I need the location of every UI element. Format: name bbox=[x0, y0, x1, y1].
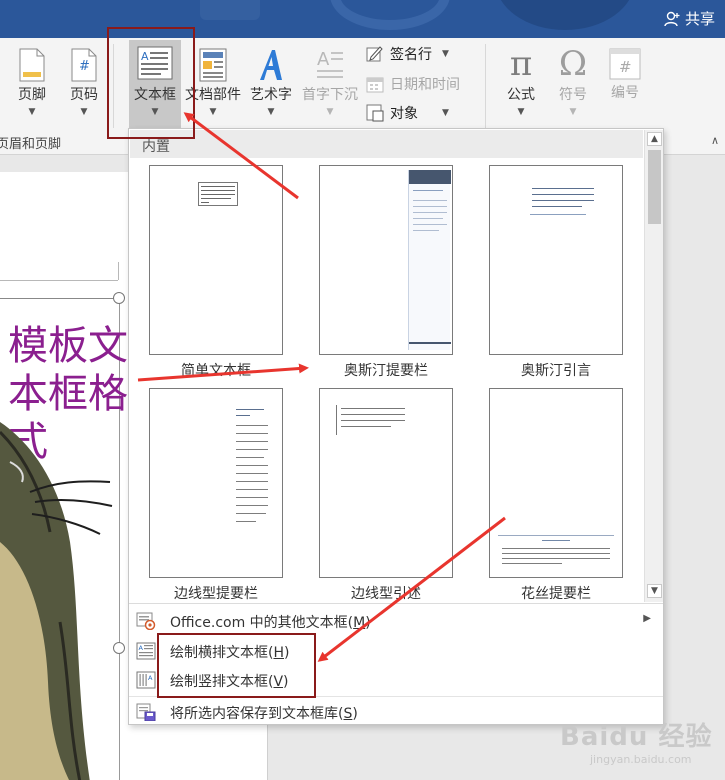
menu-item-label: Office.com 中的其他文本框 bbox=[170, 615, 348, 631]
vertical-textbox-icon: A bbox=[136, 671, 156, 689]
tile-thumbnail bbox=[149, 388, 283, 578]
scroll-up-icon[interactable]: ▲ bbox=[647, 132, 662, 146]
margin-guide bbox=[118, 262, 119, 280]
chevron-down-icon: ▼ bbox=[326, 107, 334, 117]
share-button[interactable]: 共享 bbox=[663, 8, 715, 29]
annotation-box-draw-items bbox=[157, 633, 316, 698]
chevron-down-icon: ▼ bbox=[80, 107, 88, 117]
access-key: M bbox=[353, 615, 366, 631]
gallery-tile-edge-quote[interactable]: 边线型引述 bbox=[299, 385, 469, 602]
chevron-down-icon: ▼ bbox=[28, 107, 36, 117]
pi-icon: π bbox=[509, 44, 533, 84]
gallery-tile-filigree-sidebar[interactable]: 花丝提要栏 bbox=[469, 385, 639, 602]
textbox-selection-border bbox=[0, 298, 119, 299]
symbol-label: 符号 bbox=[559, 87, 587, 103]
access-key: S bbox=[343, 706, 353, 722]
number-button[interactable]: # 编号 bbox=[602, 48, 648, 102]
scroll-down-icon[interactable]: ▼ bbox=[647, 584, 662, 598]
titlebar-decoration bbox=[495, 0, 635, 30]
svg-text:A: A bbox=[317, 49, 330, 70]
office-more-textboxes-item[interactable]: Office.com 中的其他文本框(M) ▶ bbox=[129, 606, 663, 636]
textbox-menu: Office.com 中的其他文本框(M) ▶ A 绘制横排文本框(H) A 绘… bbox=[129, 603, 663, 722]
tile-caption: 简单文本框 bbox=[181, 363, 251, 379]
chevron-down-icon: ▼ bbox=[267, 107, 275, 117]
gallery-tile-austin-sidebar[interactable]: 奥斯汀提要栏 bbox=[299, 162, 469, 379]
omega-icon: Ω bbox=[558, 44, 588, 84]
save-to-gallery-icon bbox=[136, 703, 156, 721]
resize-handle[interactable] bbox=[113, 292, 125, 304]
svg-text:#: # bbox=[79, 59, 90, 74]
footer-button[interactable]: 页脚 ▼ bbox=[12, 48, 52, 117]
quick-parts-icon bbox=[199, 48, 227, 82]
annotation-box-textbox-button bbox=[107, 27, 195, 139]
symbol-button[interactable]: Ω 符号 ▼ bbox=[550, 46, 596, 117]
signature-icon bbox=[366, 46, 383, 62]
gallery-section-label: 内置 bbox=[142, 139, 170, 155]
object-button[interactable]: 对象 ▼ bbox=[366, 103, 449, 123]
footer-label: 页脚 bbox=[18, 87, 46, 103]
scroll-thumb[interactable] bbox=[648, 150, 661, 224]
number-icon: # bbox=[609, 48, 641, 80]
watermark-url: jingyan.baidu.com bbox=[590, 753, 692, 766]
page-number-label: 页码 bbox=[70, 87, 98, 103]
gallery-scrollbar[interactable]: ▲ ▼ bbox=[644, 130, 663, 602]
page-number-button[interactable]: # 页码 ▼ bbox=[64, 48, 104, 117]
wordart-button[interactable]: 艺术字 ▼ bbox=[247, 48, 295, 117]
horizontal-textbox-icon: A bbox=[136, 642, 156, 660]
tile-caption: 花丝提要栏 bbox=[521, 586, 591, 602]
menu-item-label: 将所选内容保存到文本框库 bbox=[170, 706, 338, 722]
share-label: 共享 bbox=[684, 10, 715, 28]
tile-caption: 边线型引述 bbox=[351, 586, 421, 602]
equation-button[interactable]: π 公式 ▼ bbox=[498, 46, 544, 117]
chevron-down-icon: ▼ bbox=[517, 107, 525, 117]
person-add-icon bbox=[664, 11, 680, 26]
tile-caption: 边线型提要栏 bbox=[174, 586, 258, 602]
calendar-icon bbox=[366, 77, 384, 93]
tile-caption: 奥斯汀提要栏 bbox=[344, 363, 428, 379]
equation-label: 公式 bbox=[507, 87, 535, 103]
signature-line-button[interactable]: 签名行 ▼ bbox=[366, 44, 449, 64]
office-textbox-icon bbox=[136, 612, 156, 630]
collapse-ribbon-icon[interactable]: ∧ bbox=[711, 134, 719, 147]
svg-text:A: A bbox=[148, 674, 153, 682]
titlebar-decoration bbox=[330, 0, 450, 30]
tile-thumbnail bbox=[489, 388, 623, 578]
gallery-tile-austin-quote[interactable]: 奥斯汀引言 bbox=[469, 162, 639, 379]
submenu-arrow-icon: ▶ bbox=[643, 613, 651, 624]
group-label-header-footer: 页眉和页脚 bbox=[0, 137, 62, 152]
drop-cap-label: 首字下沉 bbox=[302, 87, 358, 103]
tile-caption: 奥斯汀引言 bbox=[521, 363, 591, 379]
ribbon-separator bbox=[485, 44, 486, 128]
tile-thumbnail bbox=[319, 165, 453, 355]
drop-cap-button[interactable]: A 首字下沉 ▼ bbox=[299, 48, 361, 117]
chevron-down-icon: ▼ bbox=[442, 49, 449, 59]
chevron-down-icon: ▼ bbox=[442, 108, 449, 118]
baidu-watermark: Baidu 经验 jingyan.baidu.com bbox=[560, 716, 720, 776]
date-time-button[interactable]: 日期和时间 bbox=[366, 74, 460, 94]
gallery-tile-simple-textbox[interactable]: 简单文本框 bbox=[129, 162, 299, 379]
footer-icon bbox=[19, 48, 45, 82]
tile-thumbnail bbox=[489, 165, 623, 355]
cartoon-dog-image bbox=[0, 422, 113, 780]
signature-line-label: 签名行 bbox=[390, 47, 432, 63]
tile-thumbnail bbox=[149, 165, 283, 355]
object-label: 对象 bbox=[390, 106, 418, 122]
watermark-brand: Baidu 经验 bbox=[560, 722, 713, 752]
wordart-label: 艺术字 bbox=[250, 87, 292, 103]
number-label: 编号 bbox=[611, 85, 639, 101]
chevron-down-icon: ▼ bbox=[569, 107, 577, 117]
page-number-icon: # bbox=[71, 48, 97, 82]
textbox-gallery: 简单文本框 奥斯汀提要栏 奥斯汀引言 边线型提要栏 边线型引述 花丝提要栏 bbox=[129, 159, 643, 602]
date-time-label: 日期和时间 bbox=[390, 77, 460, 93]
wordart-icon bbox=[260, 50, 282, 80]
gallery-tile-edge-sidebar[interactable]: 边线型提要栏 bbox=[129, 385, 299, 602]
tile-thumbnail bbox=[319, 388, 453, 578]
gallery-section-header: 内置 bbox=[130, 130, 643, 158]
drop-cap-icon: A bbox=[317, 49, 343, 78]
object-icon bbox=[366, 104, 384, 122]
svg-text:#: # bbox=[619, 58, 632, 76]
svg-text:A: A bbox=[139, 644, 144, 652]
margin-guide bbox=[0, 280, 118, 281]
titlebar-decoration bbox=[200, 0, 260, 20]
